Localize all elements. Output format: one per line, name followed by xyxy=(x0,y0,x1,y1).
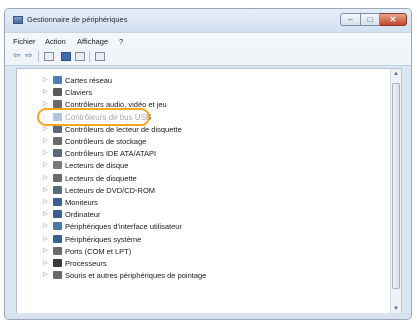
expand-arrow-icon[interactable]: ▷ xyxy=(43,236,48,243)
keyboard-icon xyxy=(53,88,62,97)
dvd-drive-icon xyxy=(53,185,62,194)
maximize-button[interactable]: □ xyxy=(361,13,380,26)
tree-node[interactable]: ▷ Souris et autres périphériques de point… xyxy=(17,270,377,281)
expand-arrow-icon[interactable]: ▷ xyxy=(43,162,48,169)
tree-node-label: Moniteurs xyxy=(65,198,98,207)
expand-arrow-icon[interactable]: ▷ xyxy=(43,260,48,267)
show-hide-tree-icon[interactable] xyxy=(44,52,54,61)
highlight-ring xyxy=(37,107,150,126)
back-arrow-icon[interactable]: ⇦ xyxy=(13,51,21,60)
tree-node[interactable]: ▷ Processeurs xyxy=(17,258,377,269)
tree-node-label: Contrôleurs IDE ATA/ATAPI xyxy=(65,149,157,159)
tree-node[interactable]: ▷ Lecteurs de disquette xyxy=(17,173,377,184)
tree-node[interactable]: ▷ Lecteurs de disque xyxy=(17,160,377,171)
scroll-up-icon[interactable]: ▲ xyxy=(393,71,399,77)
device-tree-pane[interactable]: ▷ Cartes réseau ▷ Claviers ▷ Contrôleurs audi… xyxy=(16,68,402,315)
tree-node[interactable]: ▷ Lecteurs de DVD/CD-ROM xyxy=(17,185,377,196)
tree-node-label: Lecteurs de disque xyxy=(65,161,129,171)
toolbar-separator-2 xyxy=(89,51,90,62)
floppy-drive-icon xyxy=(53,173,62,182)
expand-arrow-icon[interactable]: ▷ xyxy=(43,150,48,157)
menu-bar: Fichier Action Affichage ? xyxy=(5,32,411,49)
tree-node[interactable]: ▷ Ordinateur xyxy=(17,209,377,220)
tree-node[interactable]: ▷ Périphériques d'interface utilisateur xyxy=(17,221,377,232)
hid-icon xyxy=(53,222,62,231)
tree-node-label: Périphériques système xyxy=(65,234,142,244)
device-manager-icon xyxy=(13,16,23,24)
tree-node-label: Lecteurs de disquette xyxy=(65,173,137,183)
toolbar-separator xyxy=(38,51,39,62)
expand-arrow-icon[interactable]: ▷ xyxy=(43,248,48,255)
help-pane-icon[interactable] xyxy=(75,52,85,61)
tree-node[interactable]: ▷ Ports (COM et LPT) xyxy=(17,246,377,257)
tree-node-label: Processeurs xyxy=(65,259,107,268)
menu-fichier[interactable]: Fichier xyxy=(13,37,36,46)
expand-arrow-icon[interactable]: ▷ xyxy=(43,126,48,133)
menu-affichage[interactable]: Affichage xyxy=(77,37,108,46)
tree-node-label: Claviers xyxy=(65,88,93,98)
tree-node-label: Lecteurs de DVD/CD-ROM xyxy=(65,185,156,195)
expand-arrow-icon[interactable]: ▷ xyxy=(43,199,48,206)
tree-node[interactable]: ▷ Moniteurs xyxy=(17,197,377,208)
system-devices-icon xyxy=(53,234,62,243)
device-manager-window: Gestionnaire de périphériques – □ ✕ Fich… xyxy=(4,8,412,320)
status-bar xyxy=(5,313,411,319)
tree-node-label: Ordinateur xyxy=(65,210,101,220)
minimize-button[interactable]: – xyxy=(340,13,361,26)
tree-node[interactable]: ▷ Cartes réseau xyxy=(17,75,377,86)
vertical-scrollbar[interactable]: ▲ ▼ xyxy=(390,69,401,314)
expand-arrow-icon[interactable]: ▷ xyxy=(43,272,48,279)
expand-arrow-icon[interactable]: ▷ xyxy=(43,175,48,182)
tree-node[interactable]: ▷ Contrôleurs IDE ATA/ATAPI xyxy=(17,148,377,159)
expand-arrow-icon[interactable]: ▷ xyxy=(43,89,48,96)
window-title: Gestionnaire de périphériques xyxy=(27,15,128,24)
scrollbar-thumb[interactable] xyxy=(392,83,400,289)
port-icon xyxy=(53,246,62,255)
storage-controller-icon xyxy=(53,137,62,145)
tree-node-label: Souris et autres périphériques de pointa… xyxy=(65,271,207,281)
expand-arrow-icon[interactable]: ▷ xyxy=(43,211,48,218)
floppy-controller-icon xyxy=(53,124,62,133)
expand-arrow-icon[interactable]: ▷ xyxy=(43,138,48,145)
ide-controller-icon xyxy=(53,149,62,158)
tree-node-label: Périphériques d'interface utilisateur xyxy=(65,222,182,232)
tree-node[interactable]: ▷ Claviers xyxy=(17,87,377,98)
toolbar: ⇦ ⇨ xyxy=(5,48,411,66)
menu-help[interactable]: ? xyxy=(119,37,123,46)
tree-node-label: Contrôleurs de lecteur de disquette xyxy=(65,124,182,134)
computer-icon xyxy=(53,210,62,219)
scan-hardware-icon[interactable] xyxy=(95,52,105,61)
tree-node-label: Ports (COM et LPT) xyxy=(65,246,132,256)
close-button[interactable]: ✕ xyxy=(380,13,407,26)
disk-drive-icon xyxy=(53,161,62,170)
mouse-icon xyxy=(53,271,62,280)
menu-action[interactable]: Action xyxy=(45,37,66,46)
monitor-icon xyxy=(53,198,62,206)
network-adapter-icon xyxy=(53,76,62,84)
tree-node[interactable]: ▷ Périphériques système xyxy=(17,234,377,245)
tree-node[interactable]: ▷ Contrôleurs de stockage xyxy=(17,136,377,147)
processor-icon xyxy=(53,259,62,267)
expand-arrow-icon[interactable]: ▷ xyxy=(43,77,48,84)
tree-node-label: Cartes réseau xyxy=(65,76,113,85)
properties-icon[interactable] xyxy=(61,52,71,61)
forward-arrow-icon[interactable]: ⇨ xyxy=(25,51,33,60)
expand-arrow-icon[interactable]: ▷ xyxy=(43,223,48,230)
title-bar[interactable]: Gestionnaire de périphériques – □ ✕ xyxy=(5,9,411,32)
tree-node-label: Contrôleurs de stockage xyxy=(65,137,147,146)
scroll-down-icon[interactable]: ▼ xyxy=(393,306,399,312)
expand-arrow-icon[interactable]: ▷ xyxy=(43,187,48,194)
